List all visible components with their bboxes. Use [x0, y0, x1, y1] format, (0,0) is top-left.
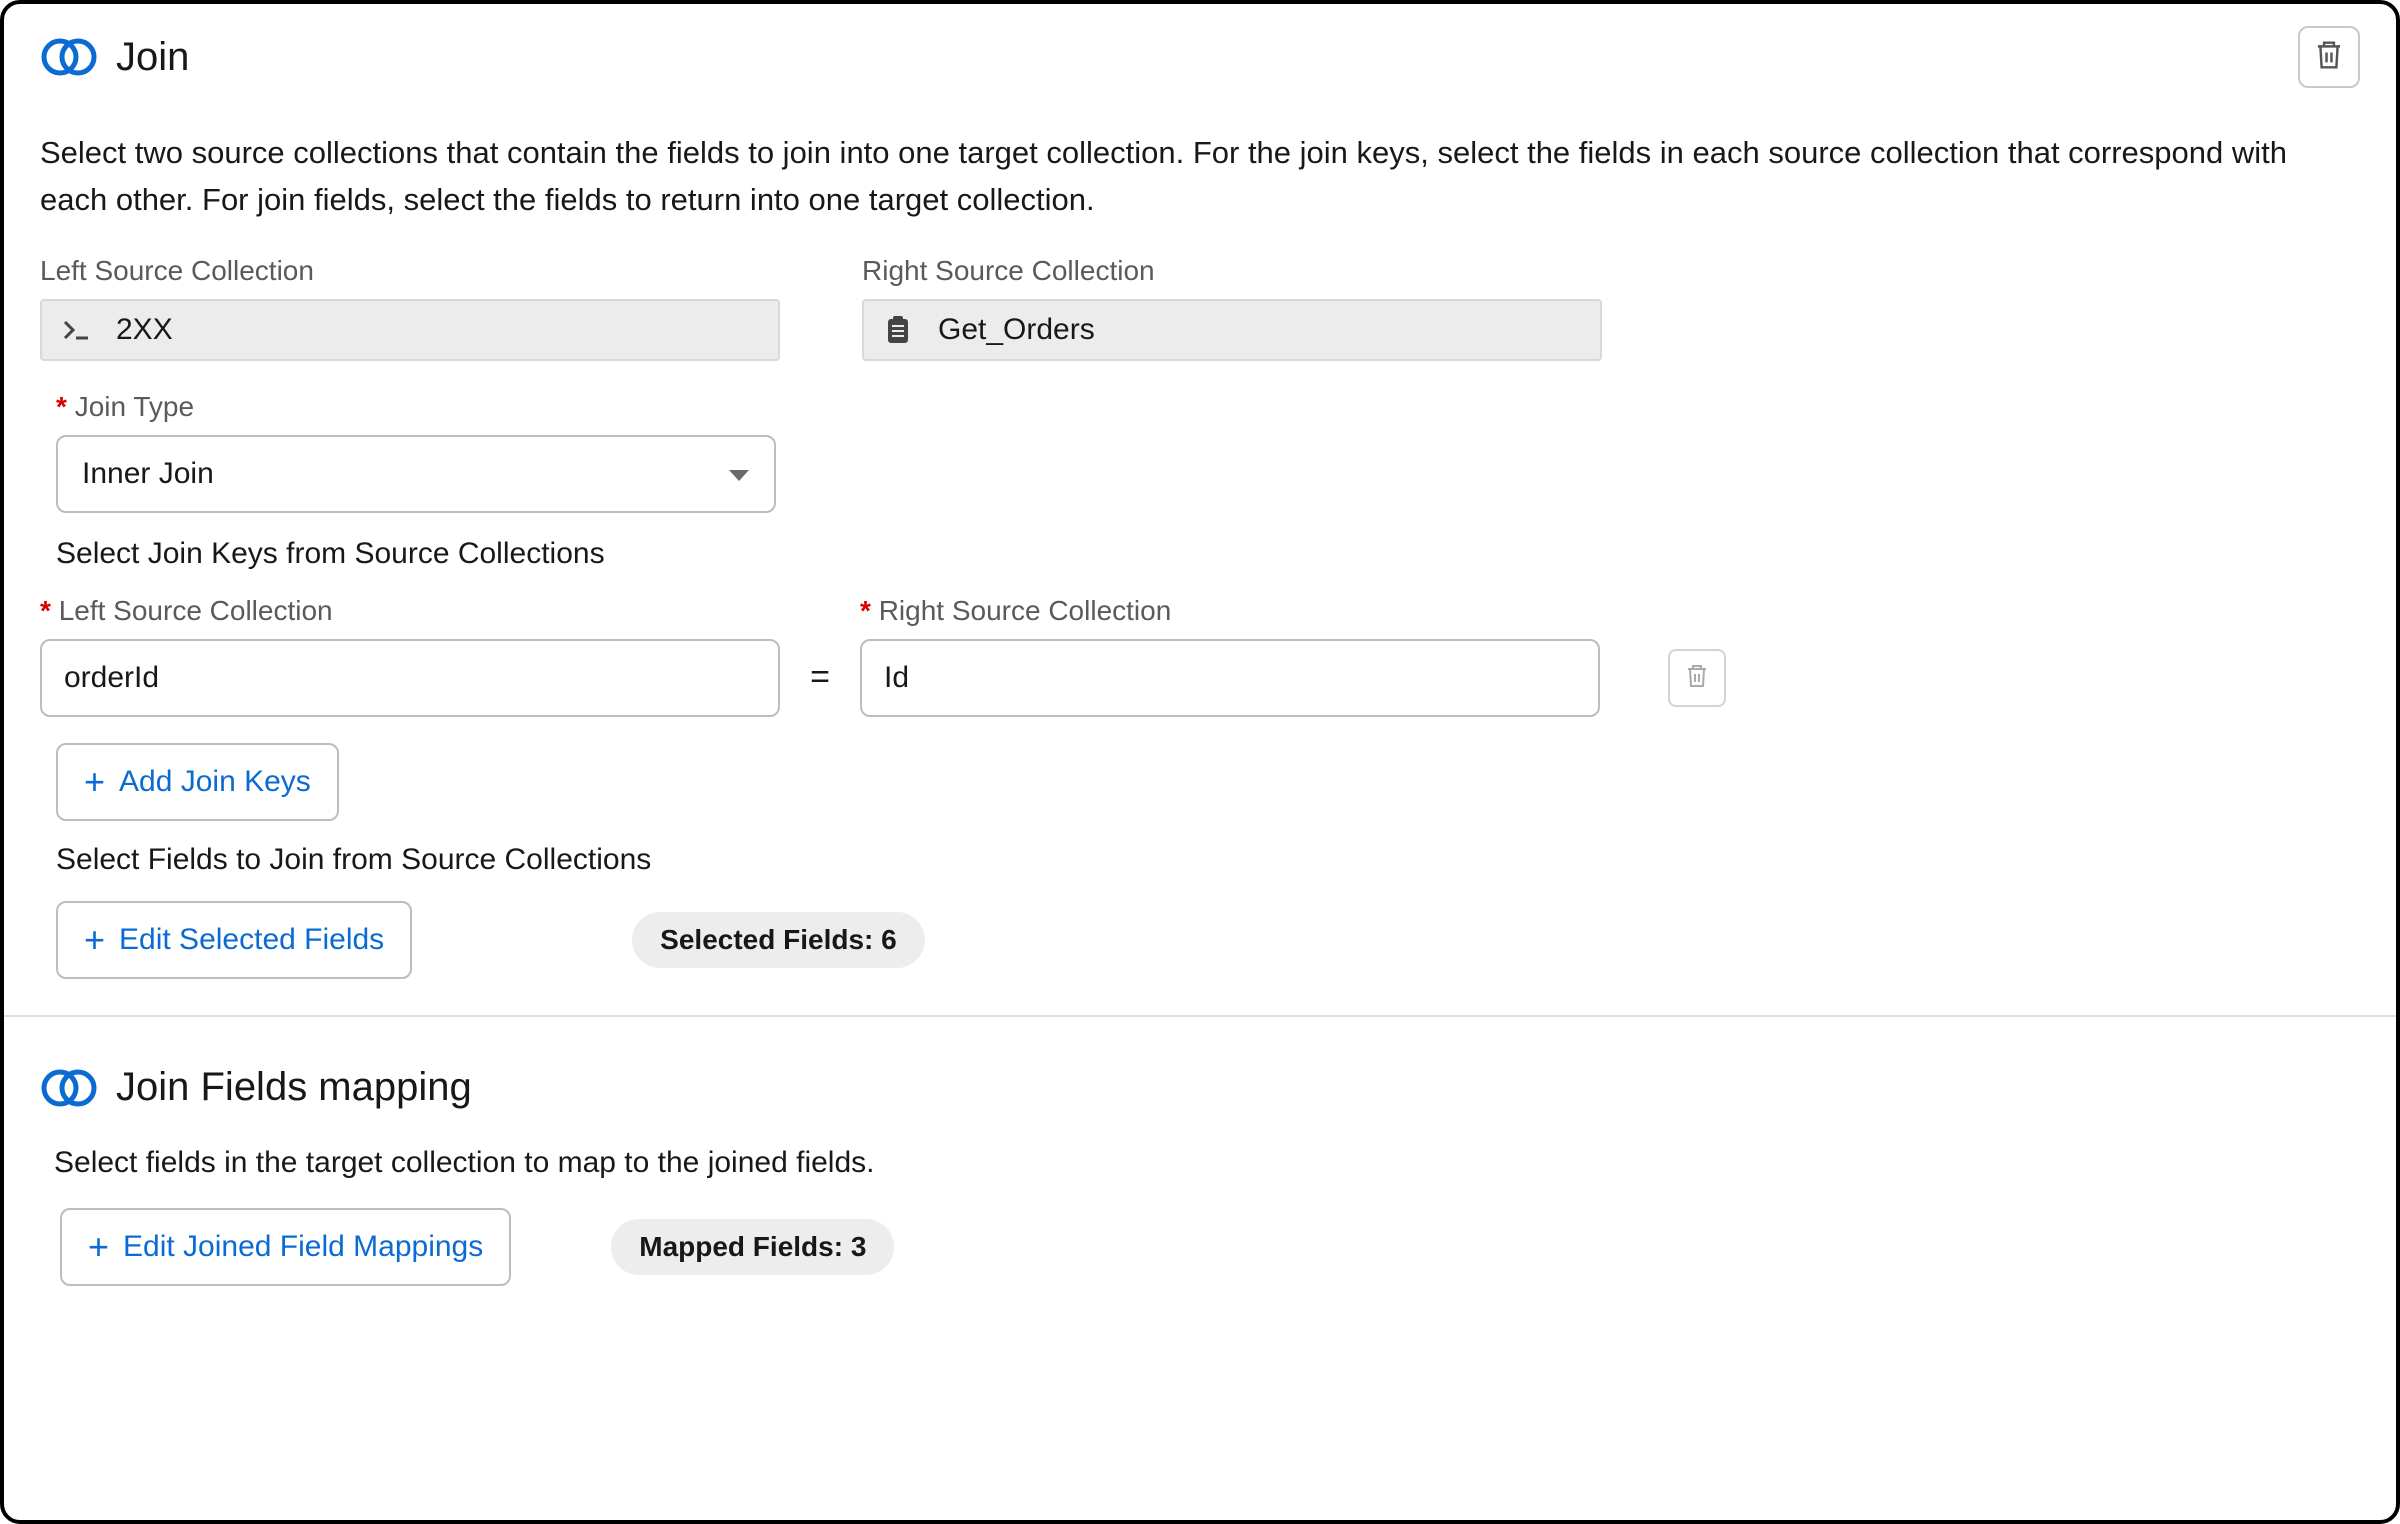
edit-selected-fields-label: Edit Selected Fields: [119, 923, 384, 957]
mapping-title: Join Fields mapping: [116, 1065, 472, 1110]
left-key-col: Left Source Collection orderId: [40, 595, 780, 717]
mapping-section: Join Fields mapping Select fields in the…: [4, 1017, 2396, 1322]
terminal-icon: [60, 319, 92, 341]
join-config-panel: Join Select two source collections that …: [0, 0, 2400, 1524]
join-icon: [40, 1068, 98, 1108]
right-key-col: Right Source Collection Id: [860, 595, 1600, 717]
plus-icon: +: [84, 764, 105, 800]
right-source-label: Right Source Collection: [862, 255, 1602, 287]
mapping-description: Select fields in the target collection t…: [54, 1146, 2360, 1180]
right-source-col: Right Source Collection Get_Orders: [862, 255, 1602, 361]
add-join-keys-label: Add Join Keys: [119, 765, 311, 799]
join-header-left: Join: [40, 35, 189, 80]
left-source-value: 2XX: [116, 313, 173, 347]
join-icon: [40, 37, 98, 77]
edit-selected-fields-button[interactable]: + Edit Selected Fields: [56, 901, 412, 979]
join-keys-heading: Select Join Keys from Source Collections: [56, 537, 2360, 571]
mapped-fields-pill: Mapped Fields: 3: [611, 1219, 894, 1275]
mapping-actions-row: + Edit Joined Field Mappings Mapped Fiel…: [60, 1208, 2360, 1286]
clipboard-icon: [882, 315, 914, 345]
left-source-col: Left Source Collection 2XX: [40, 255, 780, 361]
selected-fields-row: + Edit Selected Fields Selected Fields: …: [40, 901, 2360, 979]
edit-joined-field-mappings-button[interactable]: + Edit Joined Field Mappings: [60, 1208, 511, 1286]
left-key-label: Left Source Collection: [40, 595, 780, 627]
plus-icon: +: [84, 922, 105, 958]
trash-icon: [2314, 39, 2344, 76]
left-source-label: Left Source Collection: [40, 255, 780, 287]
right-key-label: Right Source Collection: [860, 595, 1600, 627]
join-title: Join: [116, 35, 189, 80]
join-keys-row: Left Source Collection orderId = Right S…: [40, 595, 2360, 717]
plus-icon: +: [88, 1229, 109, 1265]
join-type-field: Join Type Inner Join: [56, 391, 2360, 513]
equals-sign: =: [808, 658, 832, 717]
join-header-row: Join: [40, 26, 2360, 88]
chevron-down-icon: [728, 457, 750, 491]
delete-join-button[interactable]: [2298, 26, 2360, 88]
edit-joined-field-mappings-label: Edit Joined Field Mappings: [123, 1230, 483, 1264]
trash-icon: [1685, 663, 1709, 694]
left-source-value-box[interactable]: 2XX: [40, 299, 780, 361]
join-section: Join Select two source collections that …: [4, 4, 2396, 1017]
selected-fields-pill: Selected Fields: 6: [632, 912, 925, 968]
mapping-header: Join Fields mapping: [40, 1065, 2360, 1110]
right-source-value-box[interactable]: Get_Orders: [862, 299, 1602, 361]
join-type-value: Inner Join: [82, 457, 214, 491]
right-source-value: Get_Orders: [938, 313, 1095, 347]
join-description: Select two source collections that conta…: [40, 130, 2360, 223]
left-key-value: orderId: [64, 661, 159, 695]
right-key-value: Id: [884, 661, 909, 695]
right-key-input[interactable]: Id: [860, 639, 1600, 717]
select-fields-heading: Select Fields to Join from Source Collec…: [56, 843, 2360, 877]
source-collections-row: Left Source Collection 2XX Right Source …: [40, 255, 2360, 361]
join-type-label: Join Type: [56, 391, 2360, 423]
add-join-keys-button[interactable]: + Add Join Keys: [56, 743, 339, 821]
join-type-select[interactable]: Inner Join: [56, 435, 776, 513]
delete-key-row-button[interactable]: [1668, 649, 1726, 707]
left-key-input[interactable]: orderId: [40, 639, 780, 717]
